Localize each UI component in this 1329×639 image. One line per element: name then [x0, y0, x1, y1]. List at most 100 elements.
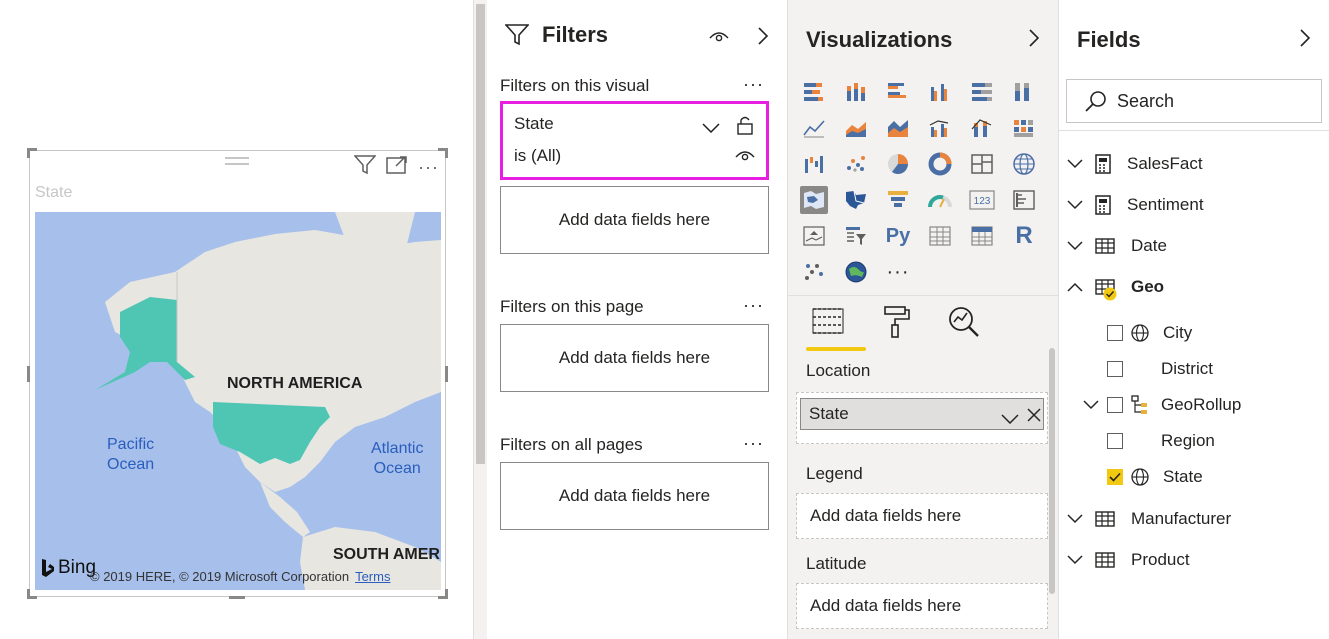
- filters-on-all-label: Filters on all pages: [500, 435, 643, 454]
- chevron-down-icon[interactable]: [702, 120, 720, 138]
- chevron-down-icon[interactable]: [1067, 200, 1083, 210]
- collapse-filters-icon[interactable]: [758, 27, 769, 50]
- all-pages-filter-dropzone[interactable]: Add data fields here: [500, 462, 769, 530]
- location-field-pill[interactable]: State: [800, 398, 1044, 430]
- district-checkbox[interactable]: [1107, 361, 1123, 377]
- region-checkbox[interactable]: [1107, 433, 1123, 449]
- stacked-area-icon[interactable]: [884, 114, 912, 142]
- pill-chevron-down-icon[interactable]: [1001, 409, 1019, 429]
- collapse-fields-icon[interactable]: [1300, 29, 1311, 52]
- eye-icon[interactable]: [709, 30, 729, 49]
- tab-format[interactable]: [876, 305, 916, 349]
- resize-handle-right[interactable]: [445, 366, 448, 382]
- resize-handle-bottom[interactable]: [229, 596, 245, 599]
- line-chart-icon[interactable]: [800, 114, 828, 142]
- state-filter-card[interactable]: State is (All): [500, 101, 769, 180]
- gauge-icon[interactable]: [926, 186, 954, 214]
- tab-analytics[interactable]: [944, 305, 984, 349]
- chevron-up-icon[interactable]: [1067, 282, 1083, 292]
- tab-fields-wells[interactable]: [806, 305, 866, 351]
- collapse-viz-icon[interactable]: [1029, 29, 1040, 52]
- waterfall-chart-icon[interactable]: [800, 150, 828, 178]
- map-icon[interactable]: [1010, 150, 1038, 178]
- focus-mode-icon[interactable]: [386, 155, 408, 180]
- chevron-down-icon[interactable]: [1067, 555, 1083, 565]
- viz-scrollbar[interactable]: [1049, 348, 1055, 594]
- r-visual-icon[interactable]: R: [1010, 222, 1038, 250]
- python-visual-icon[interactable]: Py: [884, 222, 912, 250]
- chevron-down-icon[interactable]: [1067, 241, 1083, 251]
- resize-handle-tr-v[interactable]: [445, 148, 448, 158]
- table-manufacturer[interactable]: Manufacturer: [1067, 506, 1231, 532]
- table-date[interactable]: Date: [1067, 233, 1167, 259]
- filter-icon[interactable]: [353, 155, 377, 180]
- location-well[interactable]: State: [796, 392, 1048, 444]
- fields-search-input[interactable]: Search: [1066, 79, 1322, 123]
- card-icon[interactable]: 123: [968, 186, 996, 214]
- chevron-down-icon[interactable]: [1083, 400, 1099, 410]
- resize-handle-br-v[interactable]: [445, 589, 448, 599]
- filled-map-icon[interactable]: [800, 186, 828, 214]
- stacked-bar-icon[interactable]: [800, 78, 828, 106]
- filters-page-more-icon[interactable]: ···: [743, 295, 764, 316]
- more-visuals-icon[interactable]: ···: [884, 258, 912, 286]
- donut-chart-icon[interactable]: [926, 150, 954, 178]
- shape-map-icon[interactable]: [842, 186, 870, 214]
- 100-stacked-bar-icon[interactable]: [968, 78, 996, 106]
- table-salesfact[interactable]: SalesFact: [1067, 151, 1203, 177]
- lock-icon[interactable]: [737, 115, 753, 140]
- city-checkbox[interactable]: [1107, 325, 1123, 341]
- page-filter-dropzone[interactable]: Add data fields here: [500, 324, 769, 392]
- filters-all-more-icon[interactable]: ···: [743, 433, 764, 454]
- table-geo[interactable]: Geo: [1067, 274, 1164, 301]
- scatter-chart-icon[interactable]: [842, 150, 870, 178]
- pie-chart-icon[interactable]: [884, 150, 912, 178]
- table-name: Date: [1131, 236, 1167, 255]
- chevron-down-icon[interactable]: [1067, 159, 1083, 169]
- chevron-down-icon[interactable]: [1067, 514, 1083, 524]
- arcgis-map-icon[interactable]: [842, 258, 870, 286]
- field-city[interactable]: City: [1107, 320, 1192, 346]
- map-area[interactable]: NORTH AMERICA Pacific Ocean Atlantic Oce…: [35, 212, 441, 590]
- ribbon-chart-icon[interactable]: [1010, 114, 1038, 142]
- clustered-column-icon[interactable]: [926, 78, 954, 106]
- resize-handle-tl-v[interactable]: [27, 148, 30, 158]
- table-sentiment[interactable]: Sentiment: [1067, 192, 1204, 218]
- used-badge-icon: [1103, 287, 1117, 301]
- area-chart-icon[interactable]: [842, 114, 870, 142]
- line-stacked-column-icon[interactable]: [968, 114, 996, 142]
- terms-link[interactable]: Terms: [355, 569, 390, 584]
- table-product[interactable]: Product: [1067, 547, 1190, 573]
- multi-row-card-icon[interactable]: [1010, 186, 1038, 214]
- matrix-icon[interactable]: [968, 222, 996, 250]
- canvas-scroll-thumb[interactable]: [476, 4, 485, 464]
- field-state[interactable]: State: [1107, 464, 1203, 490]
- more-options-icon[interactable]: ···: [418, 157, 439, 178]
- clustered-bar-icon[interactable]: [884, 78, 912, 106]
- resize-handle-left[interactable]: [27, 366, 30, 382]
- remove-field-icon[interactable]: [1027, 407, 1041, 427]
- treemap-icon[interactable]: [968, 150, 996, 178]
- decomposition-tree-icon[interactable]: [800, 258, 828, 286]
- filters-visual-more-icon[interactable]: ···: [743, 74, 764, 95]
- legend-well[interactable]: Add data fields here: [796, 493, 1048, 539]
- field-district[interactable]: District: [1107, 356, 1213, 382]
- georollup-checkbox[interactable]: [1107, 397, 1123, 413]
- field-region[interactable]: Region: [1107, 428, 1215, 454]
- canvas-scrollbar[interactable]: [474, 0, 487, 639]
- filter-eye-icon[interactable]: [735, 149, 755, 168]
- latitude-well[interactable]: Add data fields here: [796, 583, 1048, 629]
- resize-handle-bl-v[interactable]: [27, 589, 30, 599]
- drag-grip[interactable]: [225, 157, 249, 165]
- state-checkbox[interactable]: [1107, 469, 1123, 485]
- 100-stacked-column-icon[interactable]: [1010, 78, 1038, 106]
- stacked-column-icon[interactable]: [842, 78, 870, 106]
- visual-filter-dropzone[interactable]: Add data fields here: [500, 186, 769, 254]
- slicer-icon[interactable]: [842, 222, 870, 250]
- table-icon[interactable]: [926, 222, 954, 250]
- kpi-icon[interactable]: [800, 222, 828, 250]
- field-georollup[interactable]: GeoRollup: [1083, 392, 1241, 418]
- line-clustered-column-icon[interactable]: [926, 114, 954, 142]
- funnel-chart-icon[interactable]: [884, 186, 912, 214]
- map-visual[interactable]: ··· State NORTH AMERICA Pacific Ocean At…: [27, 148, 448, 599]
